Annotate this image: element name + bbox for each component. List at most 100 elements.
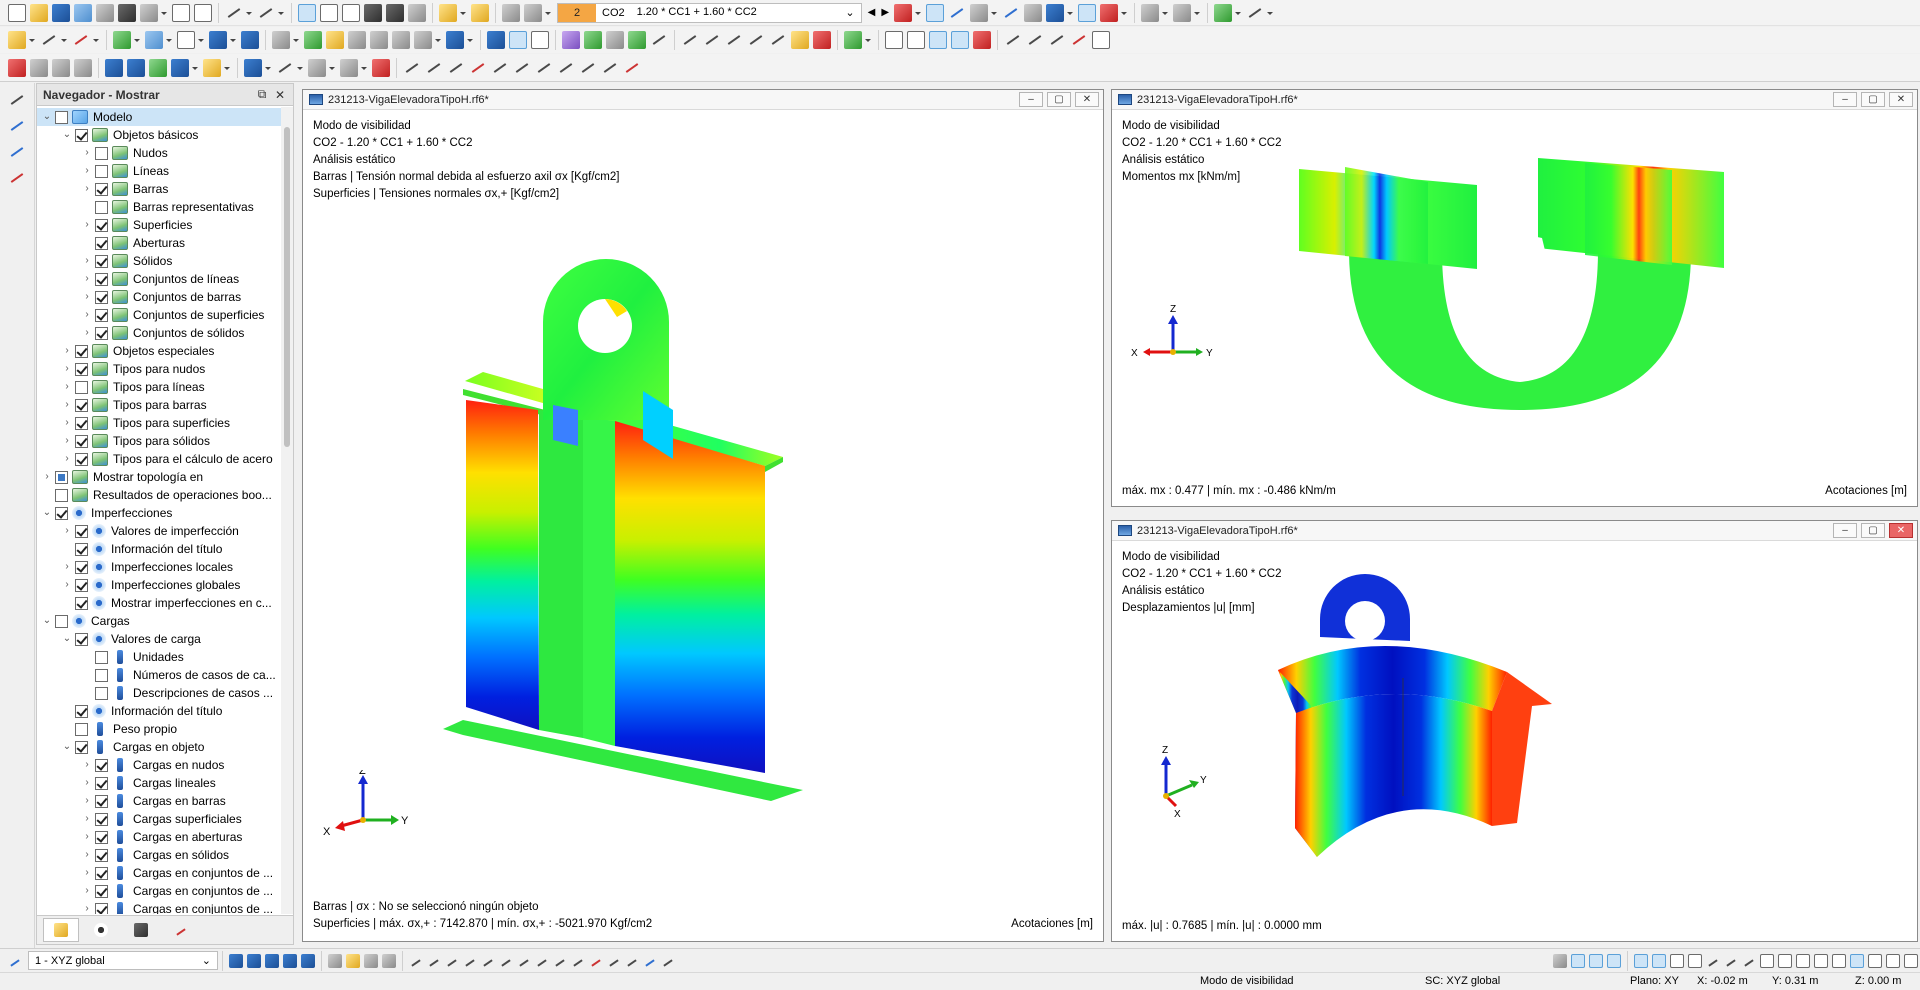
chevron-right-icon[interactable]: ›	[61, 576, 73, 594]
line-tool-o-icon[interactable]	[661, 954, 675, 968]
tree-item[interactable]: ⌄ Modelo	[37, 108, 281, 126]
tree-checkbox[interactable]	[75, 380, 88, 394]
chevron-right-icon[interactable]: ›	[81, 306, 93, 324]
tree-checkbox[interactable]	[75, 416, 88, 430]
member-results-icon[interactable]	[970, 3, 989, 22]
tree-checkbox[interactable]	[75, 596, 88, 610]
chevron-down-icon[interactable]: ⌄	[61, 126, 73, 144]
axis-dropdown[interactable]	[191, 59, 198, 77]
solid-load-icon[interactable]	[392, 31, 410, 49]
tree-checkbox[interactable]	[55, 470, 68, 484]
rotate-icon[interactable]	[725, 31, 743, 49]
tree-checkbox[interactable]	[95, 272, 108, 286]
tree-checkbox[interactable]	[95, 290, 108, 304]
chevron-down-icon[interactable]: ⌄	[41, 612, 53, 630]
chevron-right-icon[interactable]: ›	[81, 810, 93, 828]
chevron-right-icon[interactable]: ›	[61, 558, 73, 576]
tree-item[interactable]: ⌄ Imperfecciones	[37, 504, 281, 522]
line-tool-g-icon[interactable]	[517, 954, 531, 968]
load-dropdown[interactable]	[292, 31, 299, 49]
wind-icon[interactable]	[446, 31, 464, 49]
draw-extend-icon[interactable]	[579, 59, 597, 77]
navigator-data-icon[interactable]	[8, 91, 26, 109]
tree-checkbox[interactable]	[95, 164, 108, 178]
workplane-b-icon[interactable]	[1868, 953, 1882, 968]
tree-item[interactable]: Mostrar imperfecciones en c...	[37, 594, 281, 612]
open-folder-icon[interactable]	[30, 3, 48, 22]
snap-object-icon[interactable]	[929, 31, 947, 49]
values-icon[interactable]	[948, 4, 966, 22]
line-dropdown[interactable]	[60, 31, 67, 49]
tree-checkbox[interactable]	[95, 308, 108, 322]
calculate-icon[interactable]	[471, 3, 489, 22]
opening-tool-icon[interactable]	[177, 31, 195, 49]
tree-checkbox[interactable]	[75, 434, 88, 448]
close-window-button[interactable]: ✕	[1889, 92, 1913, 107]
tree-item[interactable]: › Imperfecciones locales	[37, 558, 281, 576]
wire-dropdown[interactable]	[296, 59, 303, 77]
draw-member-icon[interactable]	[447, 59, 465, 77]
maximize-button[interactable]: ▢	[1861, 92, 1885, 107]
chevron-right-icon[interactable]: ›	[81, 900, 93, 914]
tree-item[interactable]: Resultados de operaciones boo...	[37, 486, 281, 504]
tree-checkbox[interactable]	[95, 758, 108, 772]
delete-icon[interactable]	[1070, 31, 1088, 49]
chevron-right-icon[interactable]: ›	[81, 774, 93, 792]
coord-system-icon[interactable]	[328, 953, 342, 968]
chevron-right-icon[interactable]: ›	[81, 324, 93, 342]
line-tool-f-icon[interactable]	[499, 954, 513, 968]
print-icon[interactable]	[140, 3, 158, 22]
tree-item[interactable]: › Tipos para superficies	[37, 414, 281, 432]
next-loadcase-icon[interactable]: ▶	[881, 7, 889, 18]
chevron-right-icon[interactable]: ›	[81, 864, 93, 882]
node-tool-icon[interactable]	[8, 31, 26, 49]
tree-item[interactable]: Barras representativas	[37, 198, 281, 216]
dimension-tool-icon[interactable]	[364, 953, 378, 968]
tree-checkbox[interactable]	[95, 884, 108, 898]
surface-load-icon[interactable]	[370, 31, 388, 49]
tree-item[interactable]: › Cargas en conjuntos de ...	[37, 864, 281, 882]
draw-polyline-icon[interactable]	[425, 59, 443, 77]
close-icon[interactable]: ✕	[273, 88, 287, 102]
close-window-button[interactable]: ✕	[1075, 92, 1099, 107]
surface-results-icon[interactable]	[1046, 3, 1065, 22]
axis-view-icon[interactable]	[171, 58, 189, 77]
extremes-icon[interactable]	[1100, 3, 1119, 22]
tab-views[interactable]	[123, 918, 159, 942]
table-icon[interactable]	[320, 3, 338, 22]
osnap-g-icon[interactable]	[1778, 953, 1792, 968]
tree-item[interactable]: › Cargas en sólidos	[37, 846, 281, 864]
snap-settings-icon[interactable]	[1553, 953, 1567, 968]
workplane-c-icon[interactable]	[1886, 953, 1900, 968]
tree-item[interactable]: › Imperfecciones globales	[37, 576, 281, 594]
minimize-button[interactable]: –	[1019, 92, 1043, 107]
load-tool-icon[interactable]	[272, 31, 290, 49]
tree-item[interactable]: Unidades	[37, 648, 281, 666]
tree-checkbox[interactable]	[75, 740, 88, 754]
undo-icon[interactable]	[225, 4, 243, 22]
surface-display-dropdown[interactable]	[360, 59, 367, 77]
tree-item[interactable]: › Tipos para barras	[37, 396, 281, 414]
tree-checkbox[interactable]	[95, 200, 108, 214]
tree-checkbox[interactable]	[95, 866, 108, 880]
colors-dropdown[interactable]	[864, 31, 871, 49]
navigator-views-icon[interactable]	[8, 143, 26, 161]
tree-checkbox[interactable]	[75, 344, 88, 358]
opening-dropdown[interactable]	[197, 31, 204, 49]
tab-data[interactable]	[43, 918, 79, 942]
line-load-icon[interactable]	[326, 31, 344, 49]
chevron-right-icon[interactable]: ›	[61, 342, 73, 360]
chevron-right-icon[interactable]: ›	[81, 252, 93, 270]
support-tool-icon[interactable]	[209, 31, 227, 49]
tree-item[interactable]: › Cargas en aberturas	[37, 828, 281, 846]
axis-z-icon[interactable]	[149, 58, 167, 77]
osnap-j-icon[interactable]	[1832, 953, 1846, 968]
camera-icon[interactable]	[1092, 31, 1110, 49]
chevron-right-icon[interactable]: ›	[81, 180, 93, 198]
imposed-icon[interactable]	[414, 31, 432, 49]
cloud-icon[interactable]	[74, 3, 92, 22]
member-results-dropdown[interactable]	[990, 4, 998, 22]
tree-checkbox[interactable]	[95, 146, 108, 160]
workplane-d-icon[interactable]	[1904, 953, 1918, 968]
chevron-right-icon[interactable]: ›	[81, 792, 93, 810]
